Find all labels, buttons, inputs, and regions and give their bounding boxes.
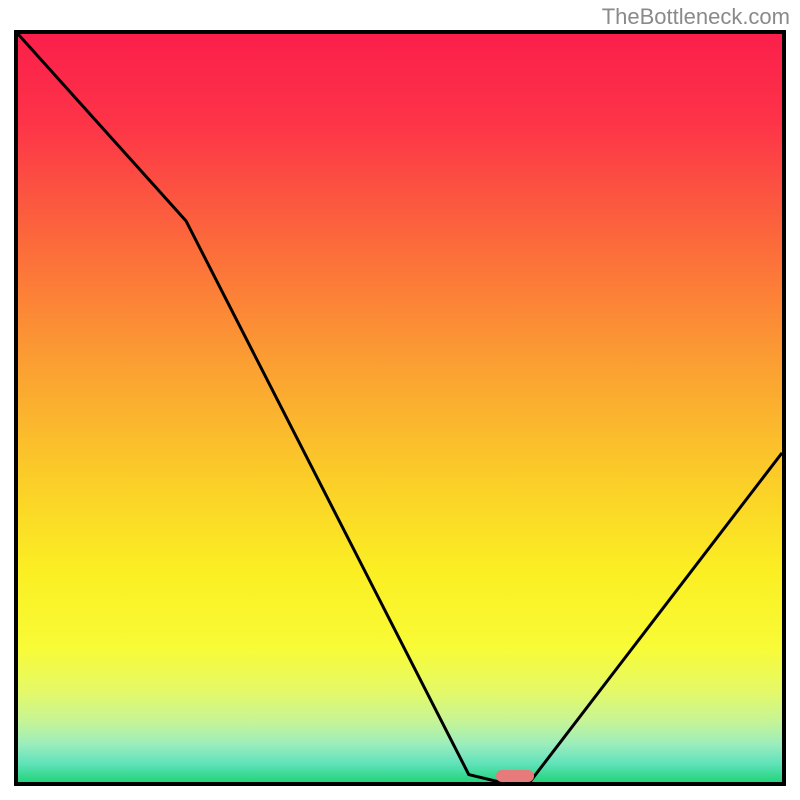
plot-border-left [14, 30, 18, 786]
plot-area [18, 34, 782, 782]
plot-border-bottom [14, 782, 786, 786]
curve-layer [18, 34, 782, 782]
optimal-marker [496, 770, 534, 782]
bottleneck-curve [18, 34, 782, 782]
plot-border-top [14, 30, 786, 34]
watermark: TheBottleneck.com [602, 4, 790, 30]
plot-border-right [782, 30, 786, 786]
